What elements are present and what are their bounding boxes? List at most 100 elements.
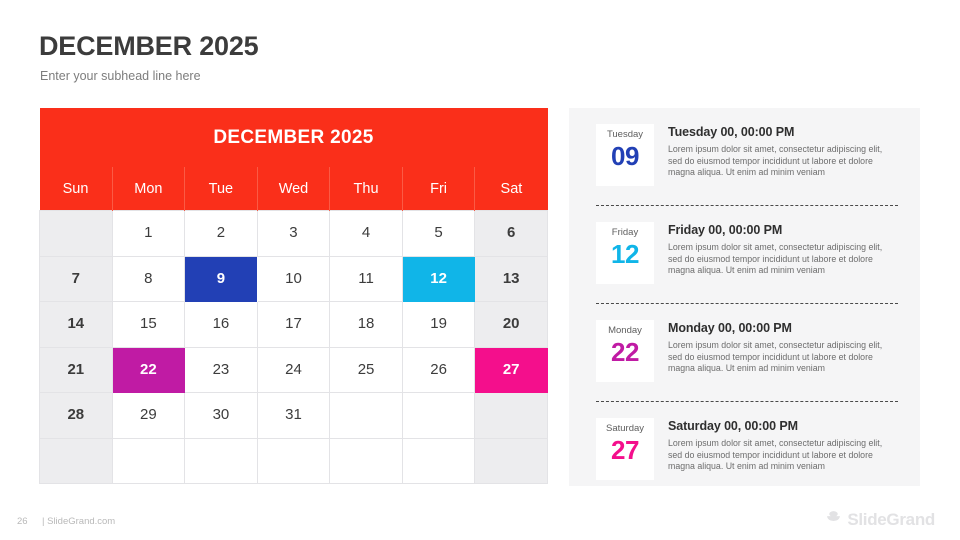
calendar-day-31[interactable]: 31 [256, 392, 331, 439]
calendar-week-row: 21 22 23 24 25 26 27 [39, 346, 548, 393]
calendar-day-23[interactable]: 23 [184, 346, 258, 393]
calendar-day-14[interactable]: 14 [39, 301, 113, 348]
calendar-day-label: 4 [361, 224, 371, 241]
calendar-dow-row: Sun Mon Tue Wed Thu Fri Sat [39, 167, 548, 211]
calendar-dow-tue: Tue [184, 167, 258, 211]
event-item[interactable]: Saturday 27 Saturday 00, 00:00 PM Lorem ips… [569, 402, 920, 492]
event-description: Lorem ipsum dolor sit amet, consectetur … [668, 340, 883, 373]
event-date-weekday: Friday [611, 227, 639, 238]
calendar-day-label: 16 [212, 315, 230, 332]
event-item[interactable]: Tuesday 09 Tuesday 00, 00:00 PM Lorem ipsum… [569, 108, 920, 198]
calendar-day-18[interactable]: 18 [329, 301, 403, 348]
event-title: Tuesday 00, 00:00 PM [668, 125, 795, 139]
event-description: Lorem ipsum dolor sit amet, consectetur … [668, 144, 883, 177]
calendar-dow-sun: Sun [39, 167, 113, 211]
footer-site-label: | SlideGrand.com [42, 516, 116, 527]
calendar-day-label [40, 211, 112, 256]
calendar-week-row: 14 15 16 17 18 19 20 [39, 301, 548, 348]
calendar-day-empty [39, 210, 113, 257]
calendar-day-21[interactable]: 21 [39, 346, 113, 393]
calendar-day-label: 22 [140, 360, 157, 378]
calendar-dow-mon: Mon [111, 167, 186, 211]
calendar-dow-sat: Sat [474, 167, 548, 211]
calendar-day-29[interactable]: 29 [111, 392, 186, 439]
calendar-day-1[interactable]: 1 [111, 210, 186, 257]
event-date-weekday: Monday [608, 325, 642, 336]
calendar-day-10[interactable]: 10 [256, 255, 331, 302]
event-body: Saturday 00, 00:00 PM Lorem ipsum dolor s… [668, 418, 890, 473]
calendar-head: DECEMBER 2025 Sun Mon Tue Wed Thu Fri Sat [39, 108, 548, 211]
calendar-day-17[interactable]: 17 [256, 301, 331, 348]
calendar-day-label: 9 [216, 269, 226, 287]
event-body: Tuesday 00, 00:00 PM Lorem ipsum dolor si… [668, 124, 890, 179]
calendar-day-empty [401, 392, 476, 439]
calendar-day-2[interactable]: 2 [184, 210, 258, 257]
event-date-number: 09 [611, 141, 639, 171]
calendar-day-label [330, 393, 402, 438]
page-title: DECEMBER 2025 [39, 31, 259, 61]
calendar-day-12[interactable]: 12 [402, 256, 475, 302]
calendar-day-13[interactable]: 13 [474, 255, 548, 302]
event-date-number: 22 [611, 337, 639, 367]
event-body: Friday 00, 00:00 PM Lorem ipsum dolor sit… [668, 222, 890, 277]
event-date-weekday: Tuesday [606, 129, 644, 140]
calendar-day-4[interactable]: 4 [329, 210, 403, 257]
calendar-day-label: 31 [285, 406, 302, 423]
calendar-day-empty [329, 392, 403, 439]
calendar-day-empty [401, 437, 476, 484]
event-date-weekday: Saturday [605, 423, 645, 434]
calendar-day-label: 14 [67, 315, 85, 332]
calendar-week-row: 1 2 3 4 5 6 [39, 210, 548, 257]
calendar-day-27[interactable]: 27 [474, 347, 548, 393]
calendar-day-label: 13 [502, 269, 520, 287]
calendar-day-label: 1 [144, 224, 153, 241]
calendar-day-label: 29 [140, 406, 157, 423]
calendar-day-label: 5 [434, 224, 443, 241]
calendar-day-label: 17 [285, 315, 302, 332]
calendar-day-label: 8 [144, 269, 153, 287]
calendar-day-label: 6 [507, 224, 516, 241]
calendar-day-22[interactable]: 22 [112, 347, 185, 393]
calendar-day-label: 26 [430, 360, 447, 378]
calendar-day-16[interactable]: 16 [184, 301, 258, 348]
event-title: Monday 00, 00:00 PM [668, 321, 792, 335]
calendar-day-empty [184, 437, 258, 484]
calendar-week-row: 28 29 30 31 [39, 392, 548, 439]
calendar-day-empty [474, 437, 548, 484]
calendar-day-7[interactable]: 7 [39, 255, 113, 302]
calendar-day-3[interactable]: 3 [256, 210, 331, 257]
calendar-day-label: 28 [67, 406, 85, 423]
event-item[interactable]: Monday 22 Monday 00, 00:00 PM Lorem ipsum d… [569, 304, 920, 394]
calendar-day-28[interactable]: 28 [39, 392, 113, 439]
calendar-dow-fri: Fri [401, 167, 476, 211]
event-date-card: Monday 22 [596, 320, 654, 382]
calendar-day-25[interactable]: 25 [329, 346, 403, 393]
calendar-day-11[interactable]: 11 [329, 255, 403, 302]
event-item[interactable]: Friday 12 Friday 00, 00:00 PM Lorem ipsum d… [569, 206, 920, 296]
calendar-dow-thu: Thu [329, 167, 403, 211]
event-date-card: Saturday 27 [596, 418, 654, 480]
calendar-day-20[interactable]: 20 [474, 301, 548, 348]
event-title: Friday 00, 00:00 PM [668, 223, 783, 237]
calendar-day-label: 25 [357, 360, 375, 378]
calendar-day-label [330, 439, 402, 484]
calendar-day-24[interactable]: 24 [256, 346, 331, 393]
events-panel: Tuesday 09 Tuesday 00, 00:00 PM Lorem ipsum… [569, 108, 920, 486]
calendar-day-label: 7 [71, 269, 80, 287]
calendar-day-15[interactable]: 15 [111, 301, 186, 348]
calendar-day-6[interactable]: 6 [474, 210, 548, 257]
calendar-day-5[interactable]: 5 [401, 210, 476, 257]
calendar-day-26[interactable]: 26 [401, 346, 476, 393]
calendar-day-label [258, 439, 330, 484]
event-description: Lorem ipsum dolor sit amet, consectetur … [668, 438, 883, 471]
calendar-day-label [403, 393, 475, 438]
calendar-day-30[interactable]: 30 [184, 392, 258, 439]
calendar-day-label [403, 439, 475, 484]
calendar-day-8[interactable]: 8 [111, 255, 186, 302]
calendar-day-9[interactable]: 9 [184, 256, 258, 302]
calendar-table: DECEMBER 2025 Sun Mon Tue Wed Thu Fri Sat 1234… [39, 108, 548, 484]
calendar-day-label: 12 [430, 269, 447, 287]
stack-bowl-icon [825, 509, 842, 531]
calendar-day-empty [111, 437, 186, 484]
calendar-day-19[interactable]: 19 [401, 301, 476, 348]
